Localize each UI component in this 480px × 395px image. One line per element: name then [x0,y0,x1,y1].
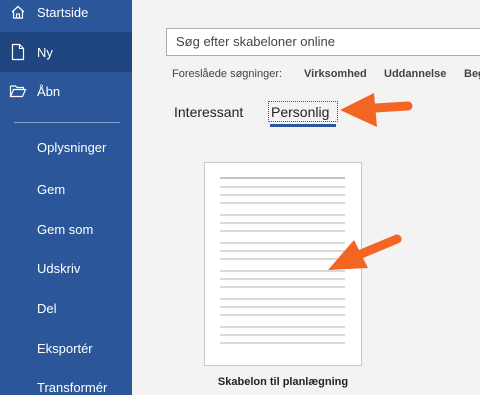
sidebar-item-ny[interactable]: Ny [0,32,132,72]
sidebar-item-label: Startside [37,4,89,20]
sidebar-item-del[interactable]: Del [37,301,57,316]
new-document-icon [9,43,27,61]
suggestion-link-virksomhed[interactable]: Virksomhed [304,68,367,80]
sidebar-item-udskriv[interactable]: Udskriv [37,261,80,276]
home-icon [9,3,27,21]
new-document-pane: Søg efter skabeloner online Foreslåede s… [132,0,480,395]
suggestion-link-beg[interactable]: Beg [464,68,480,80]
sidebar-item-transformer[interactable]: Transformér [37,380,107,395]
template-thumbnail[interactable] [204,162,362,366]
sidebar-item-startside[interactable]: Startside [0,0,132,32]
open-folder-icon [9,82,27,100]
sidebar-item-oplysninger[interactable]: Oplysninger [37,140,106,155]
sidebar-item-label: Åbn [37,83,61,99]
sidebar-item-aabn[interactable]: Åbn [0,71,132,111]
suggestion-link-uddannelse[interactable]: Uddannelse [384,68,446,80]
template-search-input[interactable]: Søg efter skabeloner online [166,28,480,56]
sidebar-item-label: Ny [37,44,53,60]
tab-personlig[interactable]: Personlig [271,104,329,120]
backstage-sidebar: Startside Ny Åbn Oplysninger Gem Gem som… [0,0,132,395]
template-caption: Skabelon til planlægning [217,376,349,388]
tab-selected-indicator [270,124,336,127]
template-page-preview [220,177,345,344]
sidebar-item-gem-som[interactable]: Gem som [37,222,93,237]
sidebar-item-eksporter[interactable]: Eksportér [37,341,93,356]
sidebar-divider [14,122,120,123]
suggested-searches-label: Foreslåede søgninger: [172,68,283,80]
sidebar-item-gem[interactable]: Gem [37,182,65,197]
tab-interessant[interactable]: Interessant [174,104,243,120]
